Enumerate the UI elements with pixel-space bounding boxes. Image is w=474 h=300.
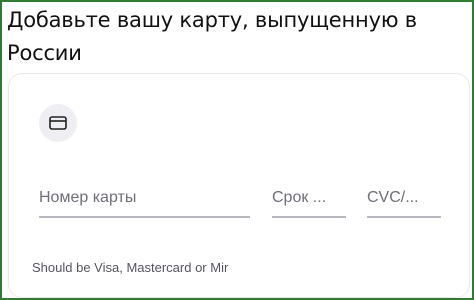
page-title: Добавьте вашу карту, выпущенную в России [7,8,417,65]
expiry-input[interactable] [272,182,346,214]
card-number-field-wrapper [39,182,250,218]
cvc-field-wrapper [367,182,441,218]
card-type-hint: Should be Visa, Mastercard or Mir [32,260,229,275]
expiry-field-wrapper [272,182,346,218]
cvc-input[interactable] [367,182,441,214]
page-frame: Добавьте вашу карту, выпущенную в России… [0,0,474,300]
card-number-input[interactable] [39,182,250,214]
card-icon-badge [39,104,77,142]
card-form: Should be Visa, Mastercard or Mir [8,73,470,298]
credit-card-icon [49,116,67,130]
